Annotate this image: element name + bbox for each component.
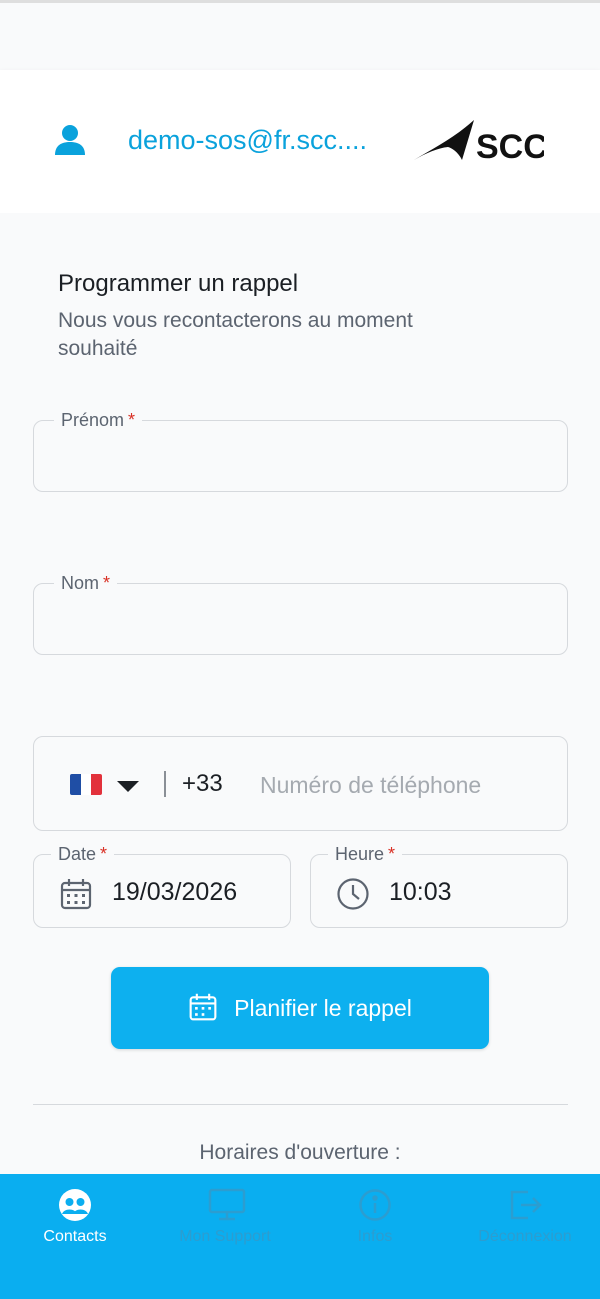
last-name-field[interactable]: Nom *	[33, 571, 568, 655]
logout-icon	[508, 1188, 542, 1222]
time-value[interactable]: 10:03	[389, 878, 452, 907]
required-mark: *	[103, 573, 111, 593]
contacts-icon	[58, 1188, 92, 1222]
required-mark: *	[100, 844, 108, 864]
last-name-input[interactable]	[54, 602, 544, 636]
date-label: Date *	[51, 842, 115, 866]
required-mark: *	[128, 410, 136, 430]
dial-code: +33	[182, 770, 223, 797]
phone-input[interactable]	[260, 767, 550, 803]
tab-logout[interactable]: Déconnexion	[450, 1174, 600, 1274]
date-value[interactable]: 19/03/2026	[112, 878, 237, 907]
opening-hours-heading: Horaires d'ouverture :	[199, 1141, 401, 1164]
time-field[interactable]: Heure * 10:03	[310, 842, 568, 928]
status-area	[0, 0, 600, 70]
tab-label: Contacts	[43, 1228, 107, 1245]
logo-text: SCC	[476, 128, 544, 164]
schedule-callback-label: Planifier le rappel	[234, 994, 412, 1021]
bottom-tab-bar: Contacts Mon Support Infos Déconnexion	[0, 1174, 600, 1299]
page-title: Programmer un rappel	[58, 270, 299, 297]
time-label: Heure *	[328, 842, 403, 866]
tab-my-support[interactable]: Mon Support	[150, 1174, 300, 1274]
app-header: demo-sos@fr.scc.... SCC	[0, 70, 600, 213]
divider	[164, 771, 166, 797]
first-name-field[interactable]: Prénom *	[33, 408, 568, 492]
calendar-icon	[59, 877, 93, 916]
tab-label: Mon Support	[179, 1228, 271, 1245]
section-divider	[33, 1104, 568, 1105]
required-mark: *	[388, 844, 396, 864]
clock-icon	[336, 877, 370, 916]
first-name-label: Prénom *	[54, 408, 143, 432]
chevron-down-icon[interactable]	[117, 781, 139, 792]
schedule-callback-button[interactable]: Planifier le rappel	[111, 967, 489, 1049]
date-field[interactable]: Date * 19/03/2026	[33, 842, 291, 928]
user-icon[interactable]	[54, 124, 86, 161]
phone-field[interactable]: +33	[33, 736, 568, 831]
calendar-icon	[188, 992, 218, 1027]
tab-contacts[interactable]: Contacts	[0, 1174, 150, 1274]
tab-label: Infos	[357, 1228, 393, 1245]
first-name-input[interactable]	[54, 439, 544, 473]
monitor-icon	[208, 1188, 246, 1222]
scc-logo: SCC	[412, 118, 548, 169]
last-name-label: Nom *	[54, 571, 118, 595]
page-subtitle: Nous vous recontacterons au moment souha…	[58, 309, 413, 360]
callback-form: Programmer un rappel Nous vous recontact…	[0, 213, 600, 1174]
tab-info[interactable]: Infos	[300, 1174, 450, 1274]
info-icon	[358, 1188, 392, 1222]
user-email[interactable]: demo-sos@fr.scc....	[128, 125, 396, 156]
tab-label: Déconnexion	[478, 1228, 572, 1245]
france-flag-icon[interactable]	[70, 774, 102, 795]
